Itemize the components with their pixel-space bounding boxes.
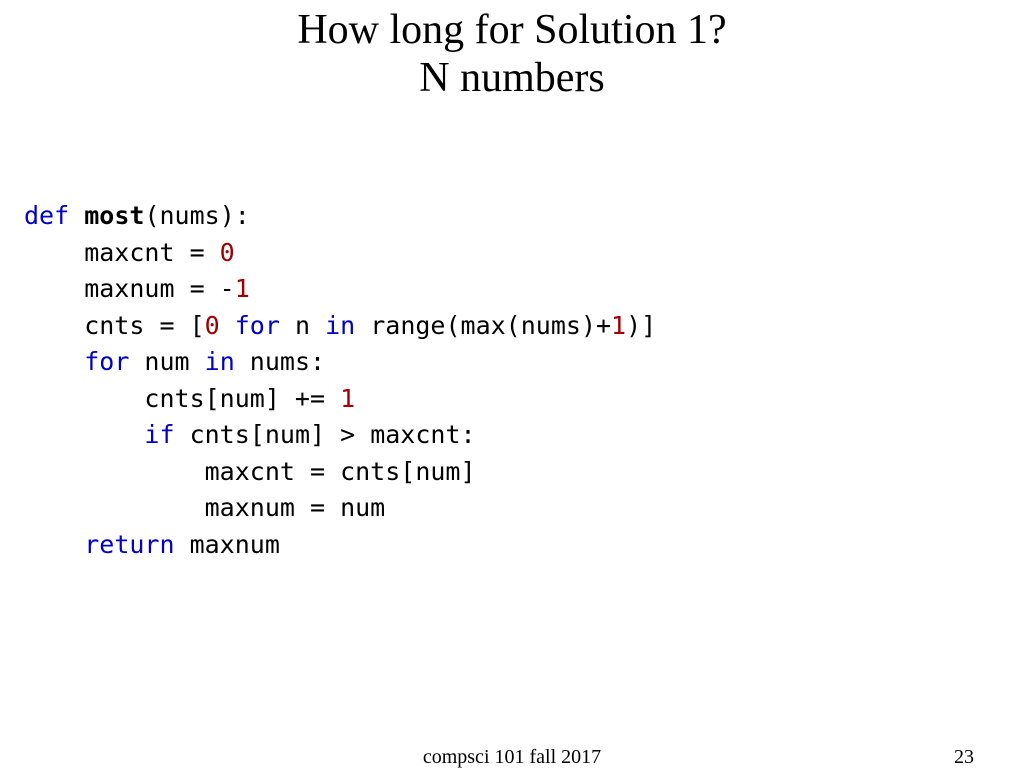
- line-if-b: cnts[num] > maxcnt:: [175, 420, 476, 449]
- slide-title: How long for Solution 1? N numbers: [0, 0, 1024, 103]
- kw-return: return: [84, 530, 174, 559]
- params: (nums):: [144, 201, 249, 230]
- line-cnts-a: cnts = [: [24, 311, 205, 340]
- kw-if: if: [144, 420, 174, 449]
- num-1-a: 1: [235, 274, 250, 303]
- line-cnts-c: n: [280, 311, 325, 340]
- function-name: most: [84, 201, 144, 230]
- title-line-2: N numbers: [419, 55, 604, 101]
- line-cnts-d: range(max(nums)+: [355, 311, 611, 340]
- line-assign-maxnum: maxnum = num: [24, 493, 385, 522]
- kw-for-loop: for: [84, 347, 129, 376]
- line-if-a: [24, 420, 144, 449]
- kw-def: def: [24, 201, 69, 230]
- code-block: def most(nums): maxcnt = 0 maxnum = -1 c…: [24, 198, 656, 563]
- line-cnts-b: [220, 311, 235, 340]
- line-for-c: nums:: [235, 347, 325, 376]
- line-maxnum-a: maxnum = -: [24, 274, 235, 303]
- num-0-a: 0: [220, 238, 235, 267]
- kw-in-comp: in: [325, 311, 355, 340]
- num-1-c: 1: [340, 384, 355, 413]
- footer-course: compsci 101 fall 2017: [423, 746, 601, 768]
- line-for-a: [24, 347, 84, 376]
- num-0-b: 0: [205, 311, 220, 340]
- num-1-b: 1: [611, 311, 626, 340]
- line-return-b: maxnum: [175, 530, 280, 559]
- line-for-b: num: [129, 347, 204, 376]
- title-line-1: How long for Solution 1?: [297, 7, 726, 53]
- kw-for-comp: for: [235, 311, 280, 340]
- line-assign-maxcnt: maxcnt = cnts[num]: [24, 457, 476, 486]
- page-number: 23: [954, 746, 974, 768]
- line-cnts-e: )]: [626, 311, 656, 340]
- line-maxcnt-a: maxcnt =: [24, 238, 220, 267]
- line-return-a: [24, 530, 84, 559]
- slide: How long for Solution 1? N numbers def m…: [0, 0, 1024, 768]
- kw-in-loop: in: [205, 347, 235, 376]
- line-incr-a: cnts[num] +=: [24, 384, 340, 413]
